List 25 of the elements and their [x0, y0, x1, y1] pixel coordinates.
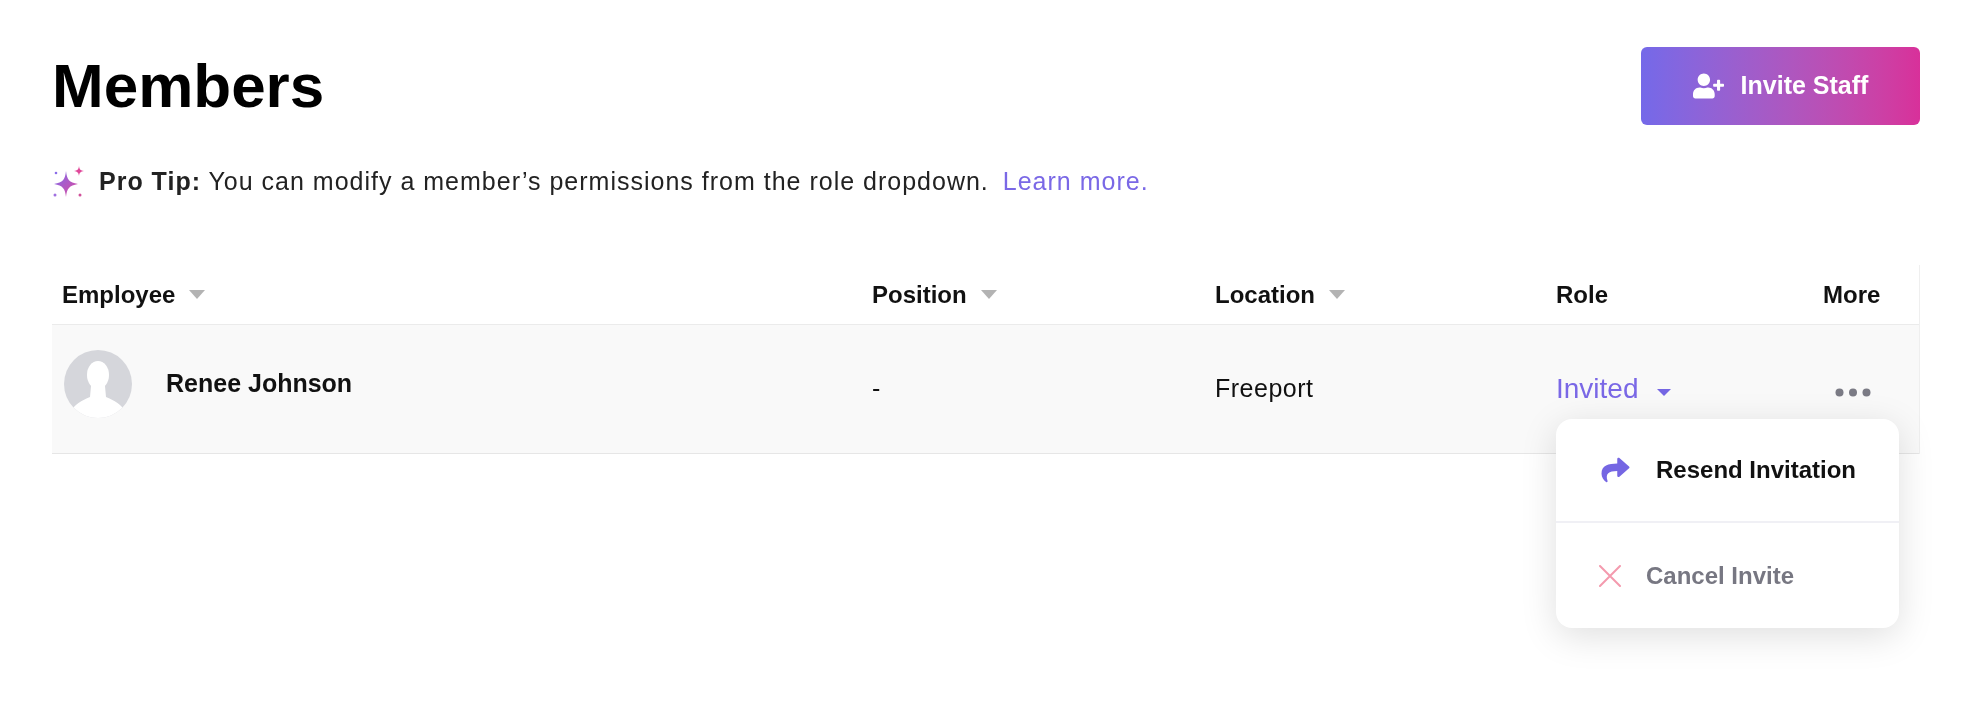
learn-more-link[interactable]: Learn more.: [1002, 163, 1149, 201]
column-header[interactable]: Employee: [62, 276, 206, 313]
role-dropdown[interactable]: Invited: [1556, 368, 1671, 410]
column-header[interactable]: Location: [1215, 276, 1345, 313]
pro-tip-text: Pro Tip: You can modify a member’s permissions from the role dropdown.: [99, 166, 989, 198]
x-mark-icon: [1599, 564, 1621, 587]
user-plus-icon: [1692, 73, 1724, 99]
column-header[interactable]: Position: [872, 276, 997, 313]
caret-icon: [1656, 388, 1671, 396]
sparkle-icon: [52, 165, 85, 199]
more-dots-icon: [1835, 387, 1871, 397]
sort-caret-icon: [1329, 290, 1345, 299]
position-text: -: [872, 373, 881, 405]
user-avatar-icon: [64, 350, 132, 418]
menu-item[interactable]: Resend Invitation: [1556, 419, 1899, 523]
sort-caret-icon: [189, 290, 206, 299]
column-header: More: [1823, 279, 1881, 310]
invite-staff-button[interactable]: Invite Staff: [1641, 47, 1920, 125]
page-title: Members: [52, 55, 325, 117]
employee-name: Renee Johnson: [166, 368, 353, 400]
sort-caret-icon: [980, 290, 997, 299]
menu-item[interactable]: Cancel Invite: [1556, 523, 1899, 628]
column-header: Role: [1556, 279, 1608, 310]
location-text: Freeport: [1215, 373, 1314, 405]
share-arrow-icon: [1599, 456, 1632, 484]
